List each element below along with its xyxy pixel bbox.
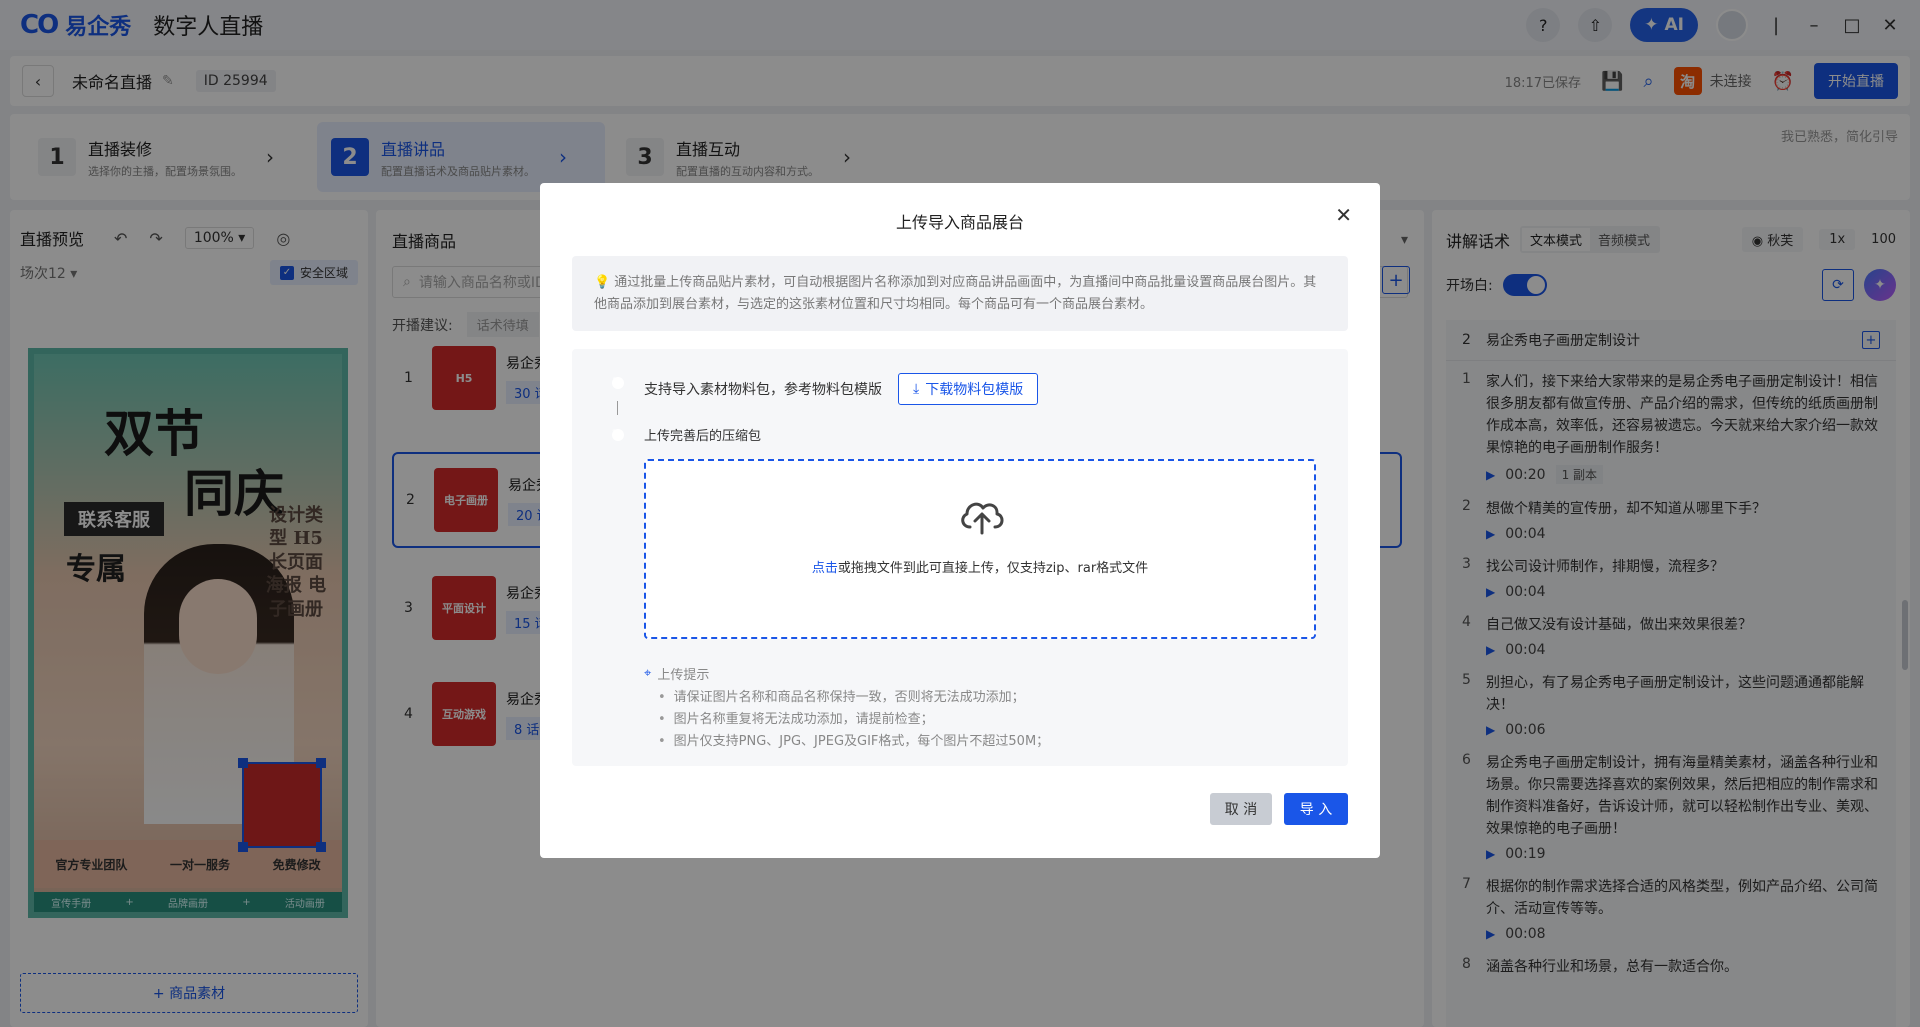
step-connector [617,401,618,415]
dialog-title: 上传导入商品展台 [895,213,1024,232]
upload-steps: 1 2 支持导入素材物料包，参考物料包模版 ⤓ 下载物料包模版 上传完善后的压缩… [572,349,1348,766]
cancel-button[interactable]: 取 消 [1210,793,1272,825]
tip-list: 请保证图片名称和商品名称保持一致，否则将无法成功添加； 图片名称重复将无法成功添… [658,687,1050,753]
close-icon[interactable]: ✕ [1335,203,1352,227]
step1-text: 支持导入素材物料包，参考物料包模版 [644,382,882,398]
step2-text: 上传完善后的压缩包 [644,429,762,444]
tip-item: 图片名称重复将无法成功添加，请提前检查； [658,709,1049,731]
notice-box: 💡 通过批量上传商品贴片素材，可自动根据图片名称添加到对应商品讲品画面中，为直播间… [572,256,1348,331]
download-icon: ⤓ [913,381,920,397]
file-dropzone[interactable]: 点击或拖拽文件到此可直接上传，仅支持zip、rar格式文件 [644,459,1316,639]
download-label: 下载物料包模版 [925,382,1024,398]
dropzone-hint: 或拖拽文件到此可直接上传，仅支持zip、rar格式文件 [837,561,1149,576]
location-pin-icon: ⌖ [644,666,652,681]
step-dot: 1 [612,377,624,389]
cloud-upload-icon [961,502,1004,535]
tip-title: 上传提示 [657,668,710,683]
step-dot: 2 [612,429,624,441]
download-template-button[interactable]: ⤓ 下载物料包模版 [898,373,1039,405]
tip-item: 图片仅支持PNG、JPG、JPEG及GIF格式，每个图片不超过50M； [658,731,1050,753]
notice-text: 通过批量上传商品贴片素材，可自动根据图片名称添加到对应商品讲品画面中，为直播间中… [594,275,1317,312]
tip-item: 请保证图片名称和商品名称保持一致，否则将无法成功添加； [658,687,1049,709]
lightbulb-icon: 💡 [594,275,611,290]
upload-showcase-dialog: 上传导入商品展台 ✕ 💡 通过批量上传商品贴片素材，可自动根据图片名称添加到对应商… [540,183,1380,858]
import-button[interactable]: 导 入 [1284,793,1348,825]
click-upload-link[interactable]: 点击 [812,561,838,576]
